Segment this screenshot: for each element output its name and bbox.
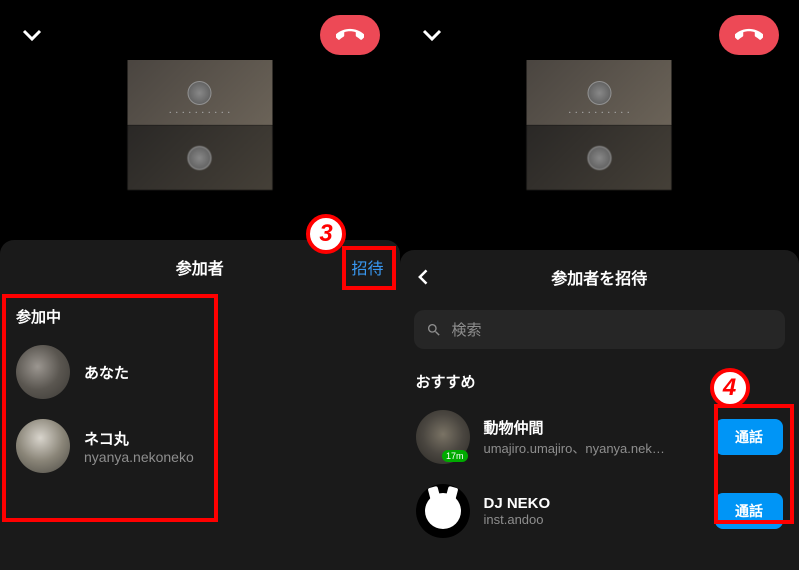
collapse-icon[interactable] bbox=[20, 23, 44, 47]
sheet-header: 参加者を招待 bbox=[400, 250, 799, 304]
participant-info: あなた bbox=[84, 362, 384, 383]
top-bar bbox=[400, 0, 799, 70]
call-button[interactable]: 通話 bbox=[715, 493, 783, 529]
video-avatar-icon bbox=[188, 146, 212, 170]
invite-sheet: 参加者を招待 検索 おすすめ 17m 動物仲間 umajiro.umajiro、… bbox=[400, 250, 799, 570]
top-bar bbox=[0, 0, 400, 70]
participant-name: ネコ丸 bbox=[84, 428, 384, 449]
suggestion-row: 17m 動物仲間 umajiro.umajiro、nyanya.nek… 通話 bbox=[400, 400, 799, 474]
search-icon bbox=[426, 322, 442, 338]
search-placeholder: 検索 bbox=[452, 319, 482, 340]
avatar[interactable] bbox=[16, 419, 70, 473]
video-tile-self bbox=[527, 125, 672, 190]
suggestion-info: 動物仲間 umajiro.umajiro、nyanya.nek… bbox=[484, 417, 702, 457]
video-avatar-icon bbox=[587, 81, 611, 105]
panel-left: ・・・・・・・・・・ 参加者 招待 参加中 あなた ネコ丸 nyanya.nek… bbox=[0, 0, 400, 570]
video-area: ・・・・・・・・・・ bbox=[127, 60, 272, 190]
invite-link[interactable]: 招待 bbox=[351, 255, 383, 279]
video-tile-self bbox=[127, 125, 272, 190]
video-status-text: ・・・・・・・・・・ bbox=[167, 108, 232, 117]
sheet-title: 参加者を招待 bbox=[551, 265, 647, 289]
participant-name: あなた bbox=[84, 362, 384, 383]
video-avatar-icon bbox=[188, 81, 212, 105]
sheet-title: 参加者 bbox=[176, 255, 224, 279]
panel-right: ・・・・・・・・・・ 参加者を招待 検索 おすすめ 17m 動物仲間 bbox=[400, 0, 799, 570]
participants-sheet: 参加者 招待 参加中 あなた ネコ丸 nyanya.nekoneko bbox=[0, 240, 400, 570]
call-button[interactable]: 通話 bbox=[715, 419, 783, 455]
video-area: ・・・・・・・・・・ bbox=[527, 60, 672, 190]
activity-badge: 17m bbox=[442, 450, 468, 462]
section-joining-label: 参加中 bbox=[0, 294, 400, 335]
suggestion-info: DJ NEKO inst.andoo bbox=[484, 495, 702, 527]
suggestion-subtitle: umajiro.umajiro、nyanya.nek… bbox=[484, 438, 702, 457]
sheet-header: 参加者 招待 bbox=[0, 240, 400, 294]
video-status-text: ・・・・・・・・・・ bbox=[567, 108, 632, 117]
section-suggested-label: おすすめ bbox=[400, 359, 799, 400]
participant-info: ネコ丸 nyanya.nekoneko bbox=[84, 428, 384, 465]
collapse-icon[interactable] bbox=[420, 23, 444, 47]
hangup-button[interactable] bbox=[320, 15, 380, 55]
video-avatar-icon bbox=[587, 146, 611, 170]
search-input[interactable]: 検索 bbox=[414, 310, 786, 349]
avatar[interactable] bbox=[16, 345, 70, 399]
participant-row: ネコ丸 nyanya.nekoneko bbox=[0, 409, 400, 483]
avatar[interactable] bbox=[416, 484, 470, 538]
hangup-button[interactable] bbox=[719, 15, 779, 55]
back-button[interactable] bbox=[414, 267, 434, 287]
suggestion-name: 動物仲間 bbox=[484, 417, 702, 438]
suggestion-subtitle: inst.andoo bbox=[484, 512, 702, 527]
suggestion-name: DJ NEKO bbox=[484, 495, 702, 512]
suggestion-row: DJ NEKO inst.andoo 通話 bbox=[400, 474, 799, 548]
participant-username: nyanya.nekoneko bbox=[84, 449, 384, 465]
participant-row: あなた bbox=[0, 335, 400, 409]
